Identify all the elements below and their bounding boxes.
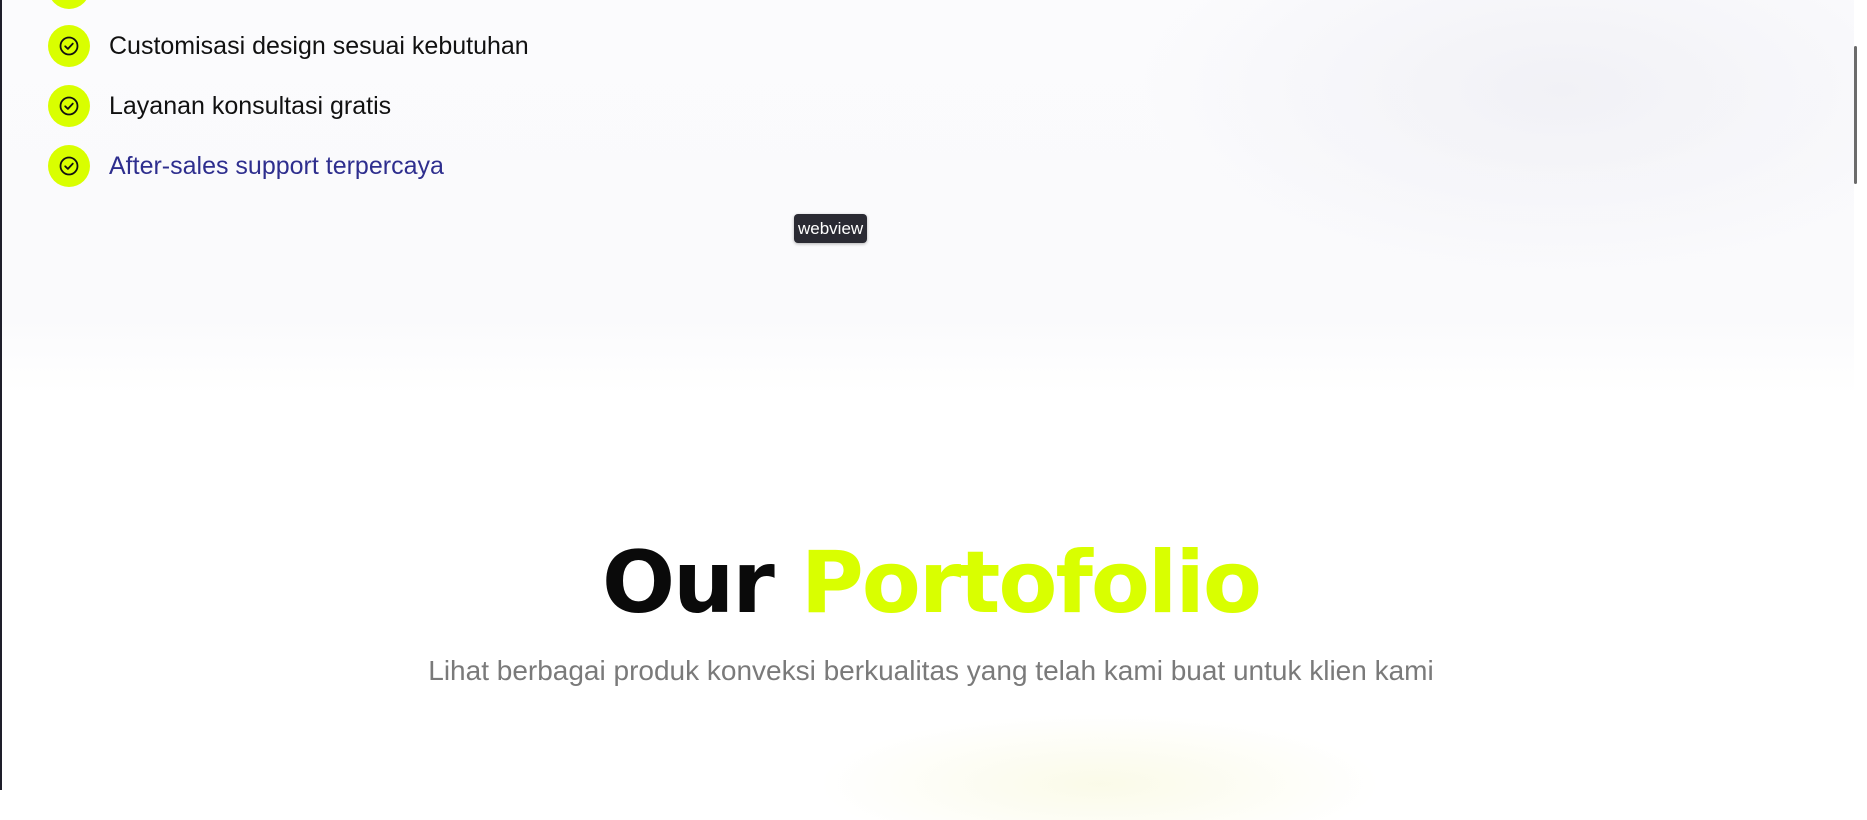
feature-label: Layanan konsultasi gratis bbox=[109, 91, 392, 120]
portfolio-title: Our Portofolio bbox=[0, 528, 1862, 638]
scrollbar-track bbox=[1862, 0, 1867, 790]
portfolio-subtitle: Lihat berbagai produk konveksi berkualit… bbox=[428, 655, 1434, 686]
check-circle-icon bbox=[48, 25, 90, 67]
webview-tooltip: webview bbox=[794, 214, 868, 243]
feature-item: Customisasi design sesuai kebutuhan bbox=[48, 24, 748, 68]
check-circle-icon bbox=[48, 85, 90, 127]
window-frame bbox=[0, 0, 2, 790]
check-circle-icon bbox=[48, 145, 90, 187]
feature-item: After-sales support terpercaya bbox=[48, 144, 748, 188]
feature-label-link[interactable]: After-sales support terpercaya bbox=[109, 152, 444, 181]
feature-label: Customisasi design sesuai kebutuhan bbox=[109, 31, 529, 60]
portfolio-title-part2: Portofolio bbox=[800, 533, 1262, 633]
feature-item: Layanan konsultasi gratis bbox=[48, 84, 748, 128]
portfolio-glow bbox=[820, 700, 1380, 820]
scrollbar-thumb[interactable] bbox=[1854, 46, 1857, 184]
portfolio-title-part1: Our bbox=[602, 533, 775, 633]
